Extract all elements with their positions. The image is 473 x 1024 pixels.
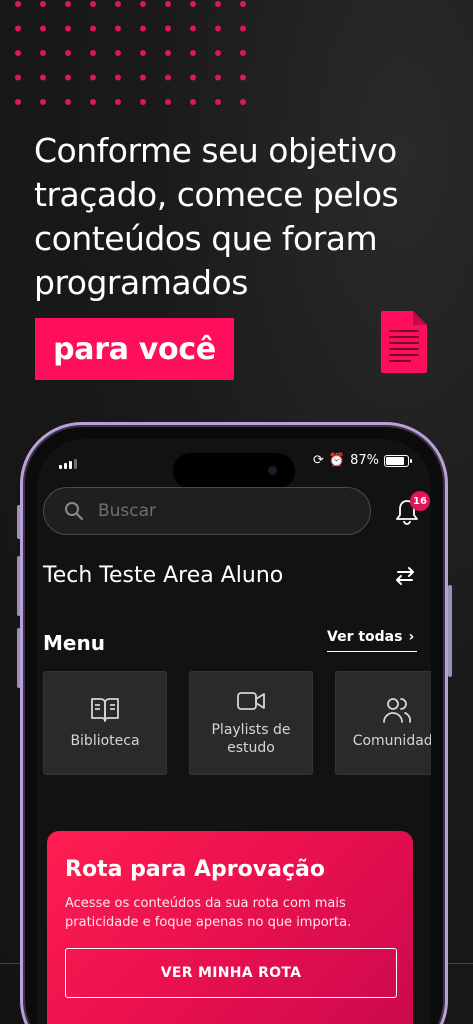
dot — [115, 74, 121, 81]
dot — [215, 99, 221, 105]
dot — [90, 1, 96, 7]
dot — [40, 50, 46, 56]
dot — [115, 1, 121, 7]
dot — [40, 1, 46, 7]
menu-card-label: Biblioteca — [70, 733, 140, 749]
dot — [240, 99, 246, 105]
dot — [140, 25, 146, 32]
dot — [140, 74, 146, 81]
menu-title: Menu — [43, 631, 105, 655]
dot — [215, 1, 221, 7]
dot — [215, 74, 221, 81]
dot — [65, 1, 71, 7]
route-card: Rota para Aprovação Acesse os conteúdos … — [47, 831, 413, 1024]
dot — [115, 25, 121, 32]
search-icon — [65, 502, 84, 521]
dot — [90, 74, 96, 81]
dot-pattern: /* dots generated below */ — [15, 1, 246, 105]
dot — [165, 25, 171, 32]
dot — [190, 1, 196, 7]
phone-side-button — [448, 585, 452, 677]
org-title: Tech Teste Area Aluno — [43, 563, 284, 588]
dot — [140, 50, 146, 56]
menu-card-library[interactable]: Biblioteca — [43, 671, 167, 775]
dot — [190, 25, 196, 32]
dot — [165, 50, 171, 56]
dot — [140, 1, 146, 7]
dot — [65, 99, 71, 105]
battery-icon — [384, 454, 412, 467]
menu-card-label: Playlists de estudo — [211, 722, 291, 756]
dot — [90, 99, 96, 105]
dot — [115, 99, 121, 105]
dot — [190, 99, 196, 105]
dot — [15, 50, 21, 56]
book-open-icon — [91, 698, 119, 722]
dot — [240, 25, 246, 32]
dot — [15, 25, 21, 32]
dot — [90, 50, 96, 56]
dot — [65, 25, 71, 32]
dot — [90, 25, 96, 32]
dot — [15, 74, 21, 81]
promo-headline: Conforme seu objetivo traçado, comece pe… — [34, 131, 399, 302]
dot — [15, 99, 21, 105]
promo-highlight: para você — [35, 318, 234, 380]
phone-frame: ⟳ ⏰ 87% Buscar 16 Tech Teste Area Aluno … — [20, 422, 448, 1024]
dot — [190, 50, 196, 56]
swap-icon[interactable] — [392, 563, 418, 589]
dot — [240, 74, 246, 81]
users-icon — [383, 698, 412, 723]
menu-card-label: Comunidade — [352, 733, 431, 749]
chevron-right-icon: › — [408, 629, 415, 645]
battery-percent: 87% — [350, 453, 379, 468]
dot — [215, 50, 221, 56]
dot — [215, 25, 221, 32]
alarm-icon: ⏰ — [328, 453, 346, 468]
dot — [115, 50, 121, 56]
notification-badge: 16 — [410, 491, 430, 511]
see-all-label: Ver todas — [327, 629, 403, 645]
dot — [65, 50, 71, 56]
dot — [140, 99, 146, 105]
route-title: Rota para Aprovação — [65, 857, 325, 882]
document-icon — [381, 311, 427, 373]
dot — [240, 50, 246, 56]
route-description: Acesse os conteúdos da sua rota com mais… — [65, 896, 352, 930]
dynamic-island — [173, 453, 295, 489]
app-screen: ⟳ ⏰ 87% Buscar 16 Tech Teste Area Aluno … — [37, 439, 431, 1024]
lock-rotation-icon: ⟳ — [313, 453, 324, 468]
dot — [240, 1, 246, 7]
view-route-button[interactable]: VER MINHA ROTA — [65, 948, 397, 998]
video-camera-icon — [237, 692, 265, 710]
dot — [15, 1, 21, 7]
dot — [190, 74, 196, 81]
dot — [40, 74, 46, 81]
status-bar-right: ⟳ ⏰ 87% — [313, 453, 412, 468]
dot — [165, 99, 171, 105]
dot — [165, 74, 171, 81]
search-input[interactable]: Buscar — [43, 487, 371, 535]
see-all-link[interactable]: Ver todas › — [327, 629, 417, 652]
dot — [40, 99, 46, 105]
dot — [40, 25, 46, 32]
search-placeholder: Buscar — [98, 501, 157, 521]
dot — [165, 1, 171, 7]
signal-icon — [59, 459, 77, 469]
menu-card-community[interactable]: Comunidade — [335, 671, 431, 775]
dot — [65, 74, 71, 81]
menu-card-playlists[interactable]: Playlists de estudo — [189, 671, 313, 775]
